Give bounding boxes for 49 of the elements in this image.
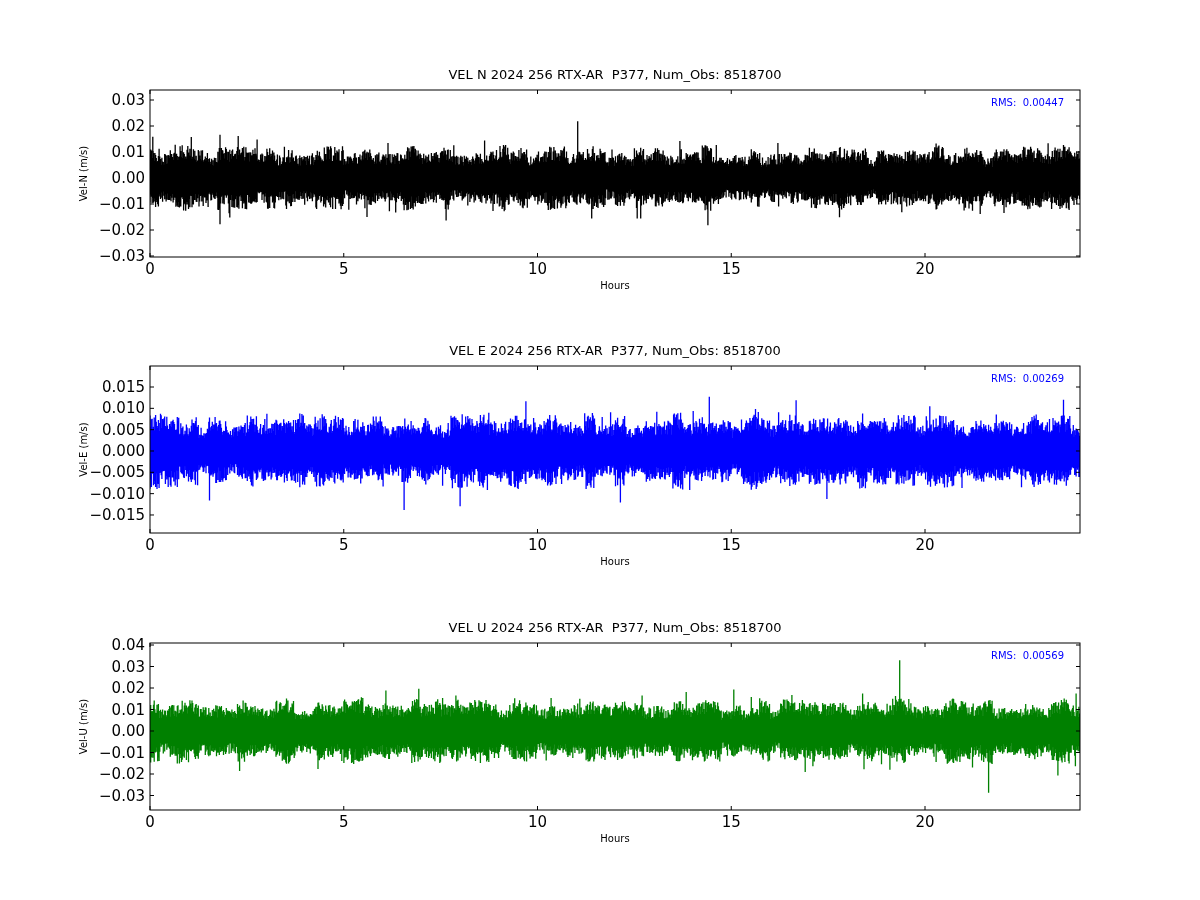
x-tick-label: 0: [145, 813, 155, 831]
x-axis-label: Hours: [600, 833, 630, 844]
x-tick-label: 0: [145, 260, 155, 278]
y-tick-label: −0.010: [89, 484, 145, 503]
x-tick-label: 20: [915, 813, 935, 831]
chart-title: VEL U 2024 256 RTX-AR P377, Num_Obs: 8518700: [448, 620, 782, 635]
x-tick-label: 15: [721, 813, 741, 831]
y-tick-label: −0.01: [99, 743, 145, 762]
y-tick-label: 0.005: [102, 420, 145, 439]
y-axis-label: Vel-N (m/s): [78, 145, 89, 202]
rms-label: RMS: 0.00569: [991, 650, 1064, 661]
y-tick-label: 0.01: [111, 700, 145, 719]
y-tick-label: 0.000: [102, 442, 145, 460]
y-tick-label: −0.005: [89, 463, 145, 482]
x-tick-label: 10: [527, 813, 548, 831]
x-tick-label: 20: [915, 260, 935, 278]
x-tick-label: 10: [527, 260, 548, 278]
rms-label: RMS: 0.00447: [991, 97, 1064, 108]
x-tick-label: 20: [915, 536, 935, 554]
y-tick-label: 0.00: [111, 722, 145, 740]
y-tick-label: 0.010: [102, 399, 145, 418]
y-tick-label: 0.03: [111, 657, 145, 676]
y-tick-label: −0.02: [99, 765, 145, 783]
x-tick-label: 15: [721, 536, 741, 554]
y-tick-label: −0.03: [99, 786, 145, 805]
y-tick-label: 0.00: [111, 169, 145, 187]
rms-label: RMS: 0.00269: [991, 373, 1064, 384]
y-tick-label: 0.015: [102, 378, 145, 396]
x-tick-label: 15: [721, 260, 741, 278]
x-axis-label: Hours: [600, 280, 630, 291]
x-axis-label: Hours: [600, 556, 630, 567]
y-tick-label: 0.01: [111, 143, 145, 161]
x-tick-label: 0: [145, 536, 155, 554]
x-tick-label: 5: [339, 536, 349, 554]
y-tick-label: −0.01: [99, 195, 145, 213]
y-axis-label: Vel-U (m/s): [78, 698, 89, 755]
chart-title: VEL E 2024 256 RTX-AR P377, Num_Obs: 8518700: [449, 343, 781, 358]
y-tick-label: 0.02: [111, 679, 145, 697]
y-tick-label: 0.03: [111, 91, 145, 109]
x-tick-label: 5: [339, 813, 349, 831]
x-tick-label: 5: [339, 260, 349, 278]
y-tick-label: −0.015: [89, 506, 145, 524]
y-axis-label: Vel-E (m/s): [78, 422, 89, 477]
y-tick-label: −0.03: [99, 247, 145, 265]
y-tick-label: −0.02: [99, 221, 145, 239]
y-tick-label: 0.02: [111, 117, 145, 135]
chart-title: VEL N 2024 256 RTX-AR P377, Num_Obs: 8518700: [448, 67, 782, 82]
x-tick-label: 10: [527, 536, 548, 554]
y-tick-label: 0.04: [111, 636, 145, 654]
